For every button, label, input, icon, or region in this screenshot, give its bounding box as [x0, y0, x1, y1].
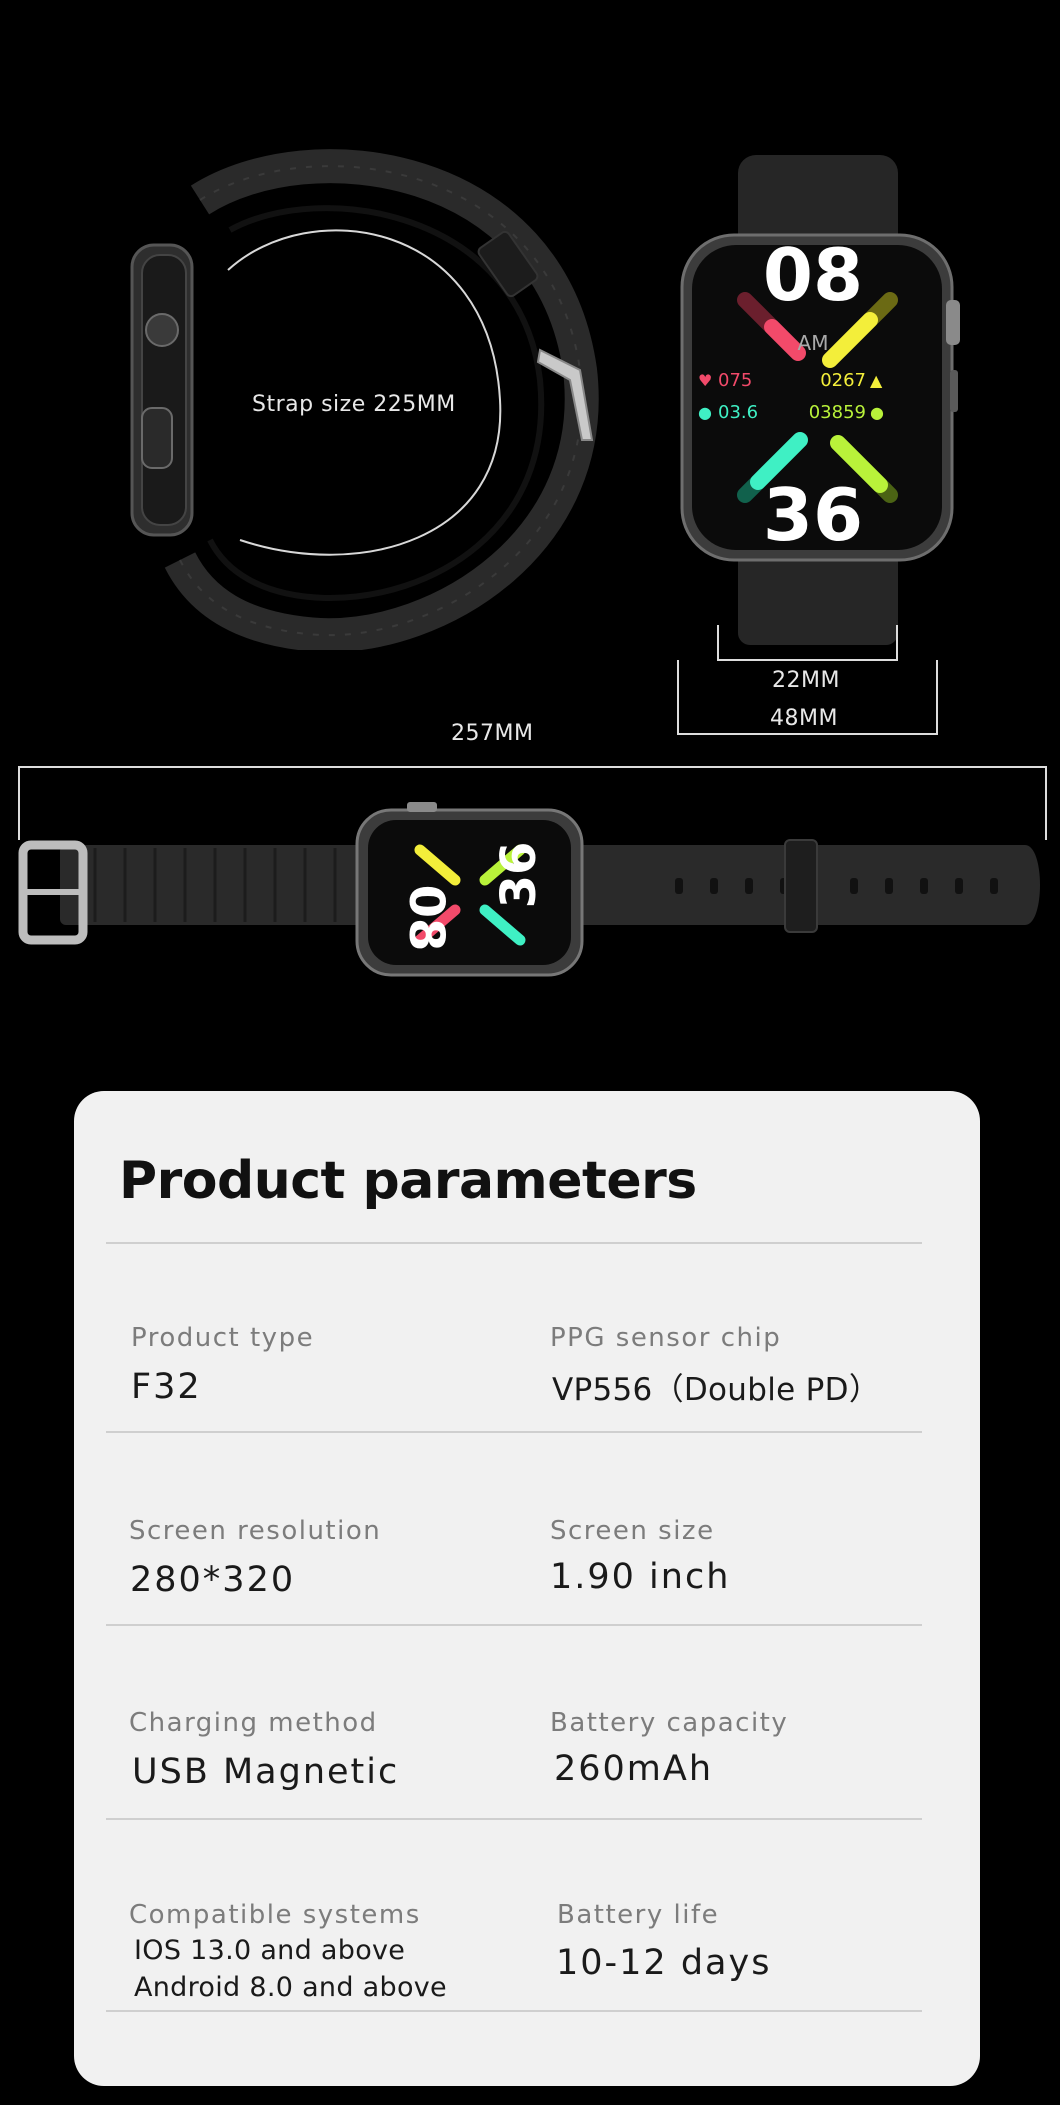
param-label-ppg-chip: PPG sensor chip	[550, 1323, 782, 1353]
row-divider	[106, 1818, 922, 1820]
face-flame-icon: ▲	[870, 371, 883, 390]
param-value-screen-size: 1.90 inch	[550, 1557, 731, 1597]
face-heart-icon: ♥	[698, 371, 712, 390]
param-value-product-type: F32	[131, 1367, 202, 1407]
face-minute-text: 36	[763, 473, 863, 557]
title-divider	[106, 1242, 922, 1244]
param-value-battery-capacity: 260mAh	[554, 1749, 714, 1789]
param-value-charging-method: USB Magnetic	[132, 1752, 400, 1792]
face-ampm-text: AM	[798, 331, 829, 355]
face-calories-text: 0267	[820, 370, 866, 391]
flat-face-hour-text: 08	[398, 885, 454, 952]
row-divider	[106, 2010, 922, 2012]
param-value-screen-resolution: 280*320	[130, 1560, 296, 1600]
param-label-battery-life: Battery life	[557, 1900, 720, 1930]
total-length-label: 257MM	[451, 721, 534, 746]
product-parameters-card: Product parameters Product type F32 PPG …	[74, 1091, 980, 2086]
param-value-ppg-chip: VP556（Double PD）	[552, 1372, 881, 1408]
face-hour-text: 08	[763, 233, 863, 317]
param-label-battery-capacity: Battery capacity	[550, 1708, 789, 1738]
row-divider	[106, 1624, 922, 1626]
flat-face-minute-text: 36	[491, 842, 547, 909]
row-divider	[106, 1431, 922, 1433]
param-label-screen-size: Screen size	[550, 1516, 715, 1546]
case-width-label: 48MM	[770, 706, 838, 731]
watch-front-view: 08 AM ♥ 075 ● 03.6 0267 ▲ 03859 ● 36	[680, 155, 960, 645]
param-value-ios: IOS 13.0 and above	[134, 1935, 406, 1966]
face-steps-text: 03859	[809, 402, 866, 423]
face-steps-icon: ●	[870, 403, 884, 422]
param-value-android: Android 8.0 and above	[134, 1972, 447, 2003]
face-spo2-text: 03.6	[718, 402, 758, 423]
param-value-battery-life: 10-12 days	[556, 1943, 772, 1983]
face-heart-text: 075	[718, 370, 752, 391]
strap-size-label: Strap size 225MM	[252, 392, 456, 417]
param-label-charging-method: Charging method	[129, 1708, 378, 1738]
card-title: Product parameters	[119, 1151, 697, 1211]
lug-width-bracket	[717, 625, 898, 661]
param-label-compatible-systems: Compatible systems	[129, 1900, 421, 1930]
param-label-product-type: Product type	[131, 1323, 315, 1353]
face-drop-icon: ●	[698, 403, 712, 422]
param-label-screen-resolution: Screen resolution	[129, 1516, 382, 1546]
watch-flat-view: 08 36	[18, 802, 1040, 977]
